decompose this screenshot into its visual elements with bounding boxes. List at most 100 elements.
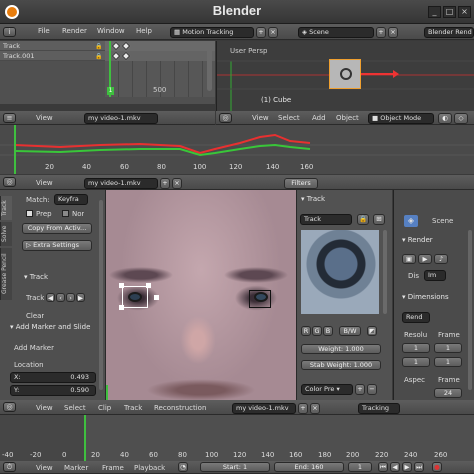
track-marker[interactable] bbox=[249, 290, 271, 308]
menu-window[interactable]: Window bbox=[97, 27, 125, 35]
shading-button[interactable]: ◐ bbox=[438, 113, 452, 124]
display-selector[interactable]: Im bbox=[424, 270, 446, 281]
lock-toggle-icon[interactable]: 🔒 bbox=[357, 214, 369, 225]
manipulator-icon[interactable] bbox=[340, 68, 352, 80]
track-prev-button[interactable]: ‹ bbox=[56, 293, 65, 302]
track-marker-handle[interactable] bbox=[119, 283, 124, 288]
channel-g-toggle[interactable]: G bbox=[312, 326, 322, 336]
clip-bottom-remove-button[interactable]: × bbox=[310, 403, 320, 414]
bw-toggle[interactable]: B/W bbox=[339, 326, 361, 336]
toolshelf-scrollbar[interactable] bbox=[99, 200, 103, 390]
track-forward-button[interactable]: ▶ bbox=[76, 293, 85, 302]
clip-add-button[interactable]: + bbox=[160, 178, 170, 189]
viewport-menu-view[interactable]: View bbox=[252, 114, 269, 122]
frame-start-field[interactable]: 1 bbox=[434, 343, 462, 353]
scene-selector[interactable]: ◈ Scene bbox=[298, 27, 374, 38]
add-marker-panel-header[interactable]: ▾ Add Marker and Slide bbox=[10, 322, 90, 333]
track-panel-header[interactable]: ▾ Track bbox=[24, 272, 48, 283]
lock-icon[interactable]: 🔒 bbox=[95, 53, 102, 60]
color-preset-selector[interactable]: Color Pre ▾ bbox=[301, 384, 353, 395]
invert-toggle[interactable]: ◩ bbox=[367, 326, 377, 336]
layout-add-button[interactable]: + bbox=[256, 27, 266, 38]
timeline[interactable]: -40 -20 0 20 40 60 80 100 120 140 160 18… bbox=[0, 415, 474, 461]
play-button[interactable]: ▶ bbox=[402, 462, 412, 472]
clip-bottom-menu-reconstruction[interactable]: Reconstruction bbox=[154, 404, 206, 412]
clip-bottom-menu-view[interactable]: View bbox=[36, 404, 53, 412]
timeline-editor-icon[interactable]: ⏱ bbox=[3, 462, 16, 472]
clip-graph[interactable]: 20 40 60 80 100 120 140 160 bbox=[0, 125, 474, 174]
clip-bottom-menu-track[interactable]: Track bbox=[124, 404, 142, 412]
resolution-y-field[interactable]: 1 bbox=[402, 357, 430, 367]
menu-help[interactable]: Help bbox=[136, 27, 152, 35]
color-preset-remove[interactable]: − bbox=[367, 384, 377, 395]
record-button[interactable]: ● bbox=[432, 462, 442, 472]
track-next-button[interactable]: › bbox=[66, 293, 75, 302]
jump-start-button[interactable]: ⏮ bbox=[378, 462, 388, 472]
clip-bottom-add-button[interactable]: + bbox=[298, 403, 308, 414]
track-icon-button[interactable]: ⊞ bbox=[373, 214, 385, 225]
match-selector[interactable]: Keyfra bbox=[54, 194, 88, 205]
frame-rate-field[interactable]: 24 bbox=[434, 388, 462, 398]
timeline-menu-view[interactable]: View bbox=[36, 464, 53, 472]
clip-bottom-editor-icon[interactable]: ◎ bbox=[3, 402, 16, 412]
close-icon[interactable]: × bbox=[458, 6, 471, 18]
timeline-menu-frame[interactable]: Frame bbox=[102, 464, 124, 472]
prep-checkbox[interactable] bbox=[26, 210, 33, 217]
location-x-field[interactable]: X: 0.493 bbox=[10, 372, 96, 383]
track-props-header[interactable]: ▾ Track bbox=[301, 194, 325, 205]
menu-render[interactable]: Render bbox=[62, 27, 87, 35]
render-panel-header[interactable]: ▾ Render bbox=[402, 235, 433, 246]
clip-menu-view[interactable]: View bbox=[36, 179, 53, 187]
viewport-menu-add[interactable]: Add bbox=[312, 114, 326, 122]
nor-checkbox[interactable] bbox=[62, 210, 69, 217]
render-anim-button[interactable]: ▶ bbox=[418, 254, 432, 264]
jump-end-button[interactable]: ⏭ bbox=[414, 462, 424, 472]
minimize-icon[interactable]: _ bbox=[428, 6, 441, 18]
dopesheet-clip-selector[interactable]: my video-1.mkv bbox=[84, 113, 158, 124]
add-marker-button[interactable]: Add Marker bbox=[14, 344, 54, 352]
render-engine-selector[interactable]: Blender Rend bbox=[424, 27, 474, 38]
channel-b-toggle[interactable]: B bbox=[323, 326, 333, 336]
dimensions-panel-header[interactable]: ▾ Dimensions bbox=[402, 292, 449, 303]
dopesheet-editor-icon[interactable]: ≡ bbox=[3, 113, 16, 123]
extra-settings-button[interactable]: ▷ Extra Settings bbox=[22, 240, 92, 251]
scene-tab-icon[interactable]: ◈ bbox=[404, 215, 418, 227]
track-marker-handle[interactable] bbox=[154, 295, 159, 300]
info-editor-icon[interactable]: i bbox=[3, 27, 16, 37]
channel-track[interactable]: Track bbox=[0, 41, 105, 51]
clip-selector[interactable]: my video-1.mkv bbox=[84, 178, 158, 189]
weight-slider[interactable]: Weight: 1.000 bbox=[301, 344, 381, 354]
location-y-field[interactable]: Y: 0.590 bbox=[10, 385, 96, 396]
track-backward-button[interactable]: ◀ bbox=[46, 293, 55, 302]
start-frame-field[interactable]: Start: 1 bbox=[200, 462, 270, 472]
channel-r-toggle[interactable]: R bbox=[301, 326, 311, 336]
x-axis-arrow[interactable] bbox=[361, 73, 395, 75]
scene-add-button[interactable]: + bbox=[376, 27, 386, 38]
mode-selector[interactable]: ■ Object Mode bbox=[368, 113, 434, 124]
filters-button[interactable]: Filters bbox=[284, 178, 318, 189]
track-name-field[interactable]: Track bbox=[300, 214, 352, 225]
frame-end-field[interactable]: 1 bbox=[434, 357, 462, 367]
clip-editor-icon[interactable]: ◎ bbox=[3, 177, 16, 187]
play-reverse-button[interactable]: ◀ bbox=[390, 462, 400, 472]
track-marker-handle[interactable] bbox=[119, 305, 124, 310]
tab-solve[interactable]: Solve bbox=[0, 222, 12, 246]
render-preset-selector[interactable]: Rend bbox=[402, 312, 430, 323]
clip-remove-button[interactable]: × bbox=[172, 178, 182, 189]
maximize-icon[interactable]: □ bbox=[443, 6, 456, 18]
viewport-menu-object[interactable]: Object bbox=[336, 114, 359, 122]
3d-editor-icon[interactable]: ◎ bbox=[219, 113, 232, 123]
timeline-menu-playback[interactable]: Playback bbox=[134, 464, 165, 472]
dope-scrollbar[interactable] bbox=[207, 45, 212, 91]
clip-bottom-selector[interactable]: my video-1.mkv bbox=[232, 403, 296, 414]
dopesheet-menu-view[interactable]: View bbox=[36, 114, 53, 122]
clip-footage[interactable] bbox=[106, 190, 296, 400]
copy-from-active-button[interactable]: Copy From Activ... bbox=[22, 223, 92, 234]
pivot-button[interactable]: ◇ bbox=[454, 113, 468, 124]
track-marker-handle[interactable] bbox=[146, 283, 151, 288]
current-frame-field[interactable]: 1 bbox=[348, 462, 372, 472]
menu-file[interactable]: File bbox=[38, 27, 50, 35]
tab-track[interactable]: Track bbox=[0, 196, 12, 220]
end-frame-field[interactable]: End: 160 bbox=[274, 462, 344, 472]
properties-scrollbar[interactable] bbox=[468, 230, 472, 390]
